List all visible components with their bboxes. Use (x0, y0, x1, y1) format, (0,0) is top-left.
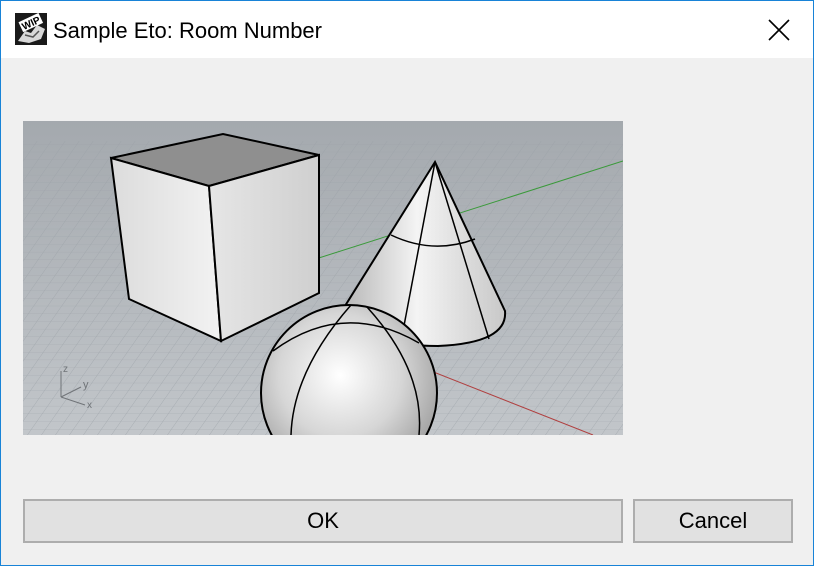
axis-x-label: x (87, 400, 92, 411)
window-title: Sample Eto: Room Number (53, 18, 322, 43)
dialog-window: WIP Sample Eto: Room Number z y x OK Can… (0, 0, 814, 566)
rhino-viewport-image: z y x (23, 121, 623, 435)
close-icon (768, 18, 790, 41)
rhino-wip-icon: WIP (15, 13, 47, 45)
viewport-render: z y x (23, 121, 623, 435)
cancel-button[interactable]: Cancel (633, 499, 793, 543)
close-button[interactable] (745, 1, 813, 58)
axis-z-label: z (63, 364, 68, 375)
axis-y-label: y (83, 379, 89, 391)
ok-button[interactable]: OK (23, 499, 623, 543)
title-bar: WIP Sample Eto: Room Number (1, 1, 813, 58)
